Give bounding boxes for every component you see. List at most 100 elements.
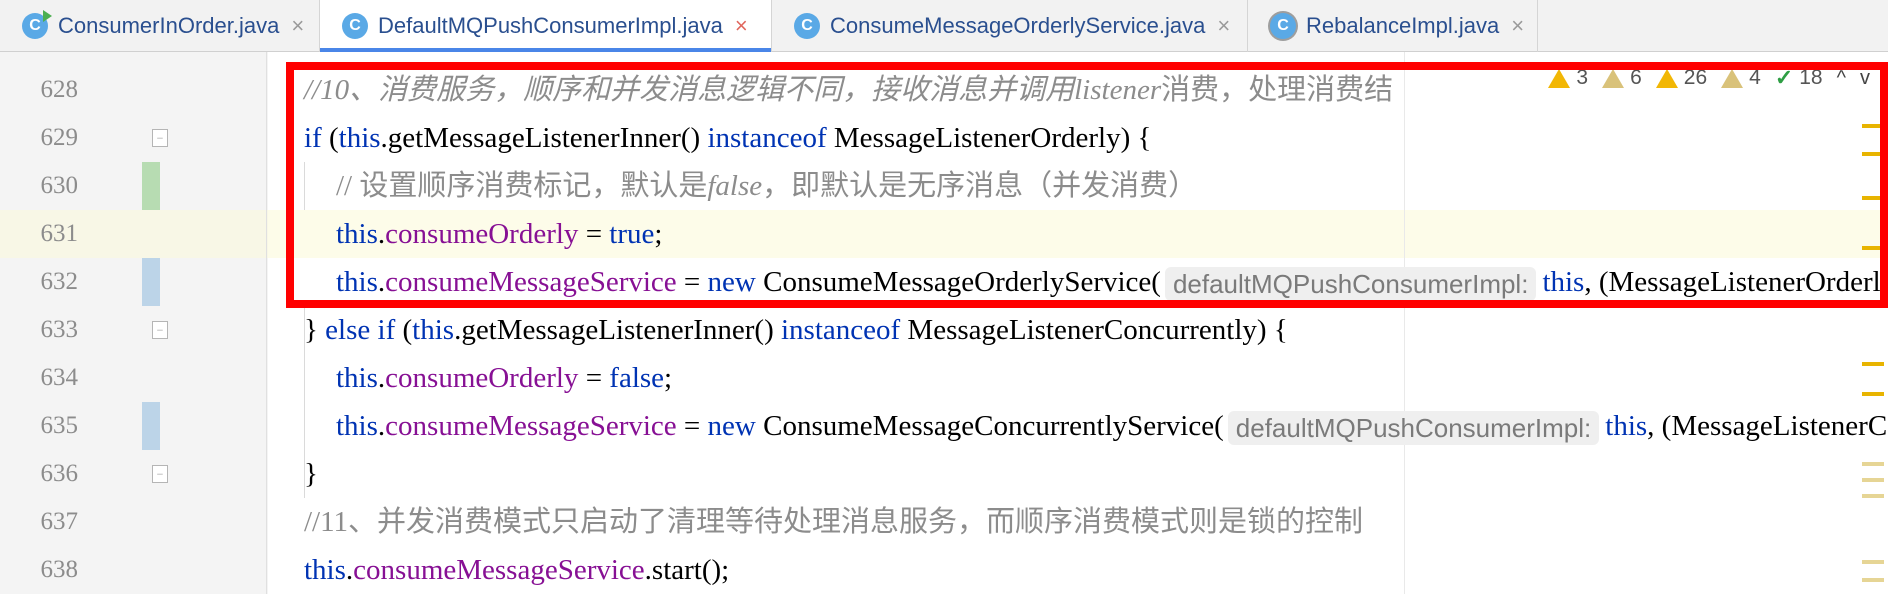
keyword-this: this <box>412 314 455 346</box>
keyword-this: this <box>338 122 381 154</box>
comment-italic: listener <box>1074 74 1162 106</box>
code-line-634[interactable]: this.consumeOrderly = false; <box>336 354 672 402</box>
code-line-637[interactable]: //11、并发消费模式只启动了清理等待处理消息服务，而顺序消费模式则是锁的控制 <box>304 498 1363 546</box>
comment-text: //11、并发消费模式只启动了清理等待处理消息服务，而顺序消费模式则是锁的控制 <box>304 506 1364 538</box>
code-text: = <box>676 410 708 442</box>
code-text: = <box>676 266 708 298</box>
close-icon[interactable]: × <box>291 13 304 39</box>
tab-consume-message-orderly-service[interactable]: C ConsumeMessageOrderlyService.java × <box>772 0 1248 52</box>
field-name: consumeOrderly <box>385 362 579 394</box>
code-text: MessageListenerConcurrently) { <box>900 314 1288 346</box>
tab-label: DefaultMQPushConsumerImpl.java <box>378 13 723 38</box>
code-text: = <box>578 218 610 250</box>
code-line-630[interactable]: // 设置顺序消费标记，默认是false，即默认是无序消息（并发消费） <box>336 162 1197 210</box>
code-text: ConsumeMessageConcurrentlyService( <box>755 410 1224 442</box>
line-number: 631 <box>40 220 79 247</box>
close-icon[interactable]: × <box>1217 13 1230 39</box>
warnings-count[interactable]: 26 <box>1655 66 1708 90</box>
weak-warnings-count[interactable]: 4 <box>1721 66 1761 90</box>
error-stripe-mark[interactable] <box>1862 246 1884 250</box>
code-line-631[interactable]: this.consumeOrderly = true; <box>336 210 662 258</box>
code-line-633[interactable]: } else if (this.getMessageListenerInner(… <box>304 306 1288 354</box>
close-icon[interactable]: × <box>735 13 748 39</box>
vcs-modified-marker[interactable] <box>142 402 160 450</box>
keyword-this: this <box>336 362 378 394</box>
fold-collapse-icon[interactable]: − <box>152 321 168 339</box>
comment-text: ，即默认是无序消息（并发消费） <box>762 170 1198 202</box>
code-text: MessageListenerOrderly) { <box>826 122 1152 154</box>
code-text: ( <box>395 314 413 346</box>
code-text: ( <box>321 122 339 154</box>
tab-default-mq-push-consumer-impl[interactable]: C DefaultMQPushConsumerImpl.java × <box>320 0 772 52</box>
next-highlight-icon[interactable]: v <box>1860 67 1870 90</box>
error-stripe-mark[interactable] <box>1862 462 1884 466</box>
code-line-632[interactable]: this.consumeMessageService = new Consume… <box>336 258 1888 306</box>
comment-text: 消费，处理消费结 <box>1161 74 1394 106</box>
error-stripe-mark[interactable] <box>1862 560 1884 564</box>
close-icon[interactable]: × <box>1511 13 1524 39</box>
code-text: , (MessageListenerConcurrently) <box>1647 410 1888 442</box>
keyword-new: new <box>707 266 756 298</box>
keyword-this: this <box>336 266 378 298</box>
error-stripe-mark[interactable] <box>1862 196 1884 200</box>
count-label: 26 <box>1683 66 1708 89</box>
inspection-widget[interactable]: 3 6 26 4 ✓ 18 ^ v <box>1532 60 1888 96</box>
typos-count[interactable]: ✓ 18 <box>1775 65 1823 91</box>
error-stripe-mark[interactable] <box>1862 478 1884 482</box>
parameter-hint: defaultMQPushConsumerImpl: <box>1164 267 1537 302</box>
fold-collapse-icon[interactable]: − <box>152 129 168 147</box>
warnings-count[interactable]: 3 <box>1548 66 1588 90</box>
line-number: 635 <box>40 412 79 439</box>
field-name: consumeMessageService <box>385 410 677 442</box>
indent-guide <box>304 162 305 210</box>
code-line-638[interactable]: this.consumeMessageService.start(); <box>304 546 729 594</box>
error-stripe-mark[interactable] <box>1862 494 1884 498</box>
code-line-635[interactable]: this.consumeMessageService = new Consume… <box>336 402 1888 450</box>
comment: //10、消费服务，顺序和并发消息逻辑不同，接收消息并调用 <box>304 74 1074 106</box>
vcs-modified-marker[interactable] <box>142 258 160 306</box>
error-stripe-mark[interactable] <box>1862 124 1884 128</box>
code-editor[interactable]: //10、消费服务，顺序和并发消息逻辑不同，接收消息并调用listener消费，… <box>268 52 1888 594</box>
code-text: } <box>304 458 318 490</box>
keyword-this: this <box>336 218 378 250</box>
java-class-readonly-icon: C <box>1270 13 1296 39</box>
code-text: } <box>304 314 326 346</box>
keyword-if: if <box>304 122 322 154</box>
vcs-added-marker[interactable] <box>142 162 160 210</box>
keyword-this: this <box>304 554 346 586</box>
weak-warning-icon <box>1602 68 1625 88</box>
keyword-this: this <box>336 410 378 442</box>
error-stripe-mark[interactable] <box>1862 362 1884 366</box>
line-number: 630 <box>40 172 79 199</box>
code-text: ; <box>654 218 663 250</box>
code-line-628[interactable]: //10、消费服务，顺序和并发消息逻辑不同，接收消息并调用listener消费，… <box>304 66 1393 114</box>
line-number: 632 <box>40 268 79 295</box>
code-text: .getMessageListenerInner() <box>380 122 708 154</box>
error-stripe-mark[interactable] <box>1862 392 1884 396</box>
keyword-false: false <box>609 362 665 394</box>
code-line-636[interactable]: } <box>304 450 318 498</box>
count-label: 18 <box>1799 66 1823 89</box>
weak-warnings-count[interactable]: 6 <box>1602 66 1642 90</box>
field-name: consumeMessageService <box>385 266 677 298</box>
error-stripe-mark[interactable] <box>1862 578 1884 582</box>
tab-label: RebalanceImpl.java <box>1306 13 1500 38</box>
line-number: 637 <box>40 508 79 535</box>
code-text: ConsumeMessageOrderlyService( <box>755 266 1161 298</box>
typo-check-icon: ✓ <box>1774 65 1794 90</box>
field-name: consumeOrderly <box>385 218 579 250</box>
tab-label: ConsumerInOrder.java <box>58 13 280 38</box>
previous-highlight-icon[interactable]: ^ <box>1837 67 1846 90</box>
gutter-separator <box>266 52 267 594</box>
line-number: 629 <box>40 124 79 151</box>
code-line-629[interactable]: if (this.getMessageListenerInner() insta… <box>304 114 1151 162</box>
tab-consumer-in-order[interactable]: C ConsumerInOrder.java × <box>0 0 320 52</box>
parameter-hint: defaultMQPushConsumerImpl: <box>1227 411 1600 446</box>
editor-tab-bar: C ConsumerInOrder.java × C DefaultMQPush… <box>0 0 1888 52</box>
comment-text: //10、消费服务，顺序和并发消息逻辑不同，接收消息并调用 <box>304 74 1075 106</box>
fold-end-icon[interactable]: − <box>152 465 168 483</box>
error-stripe-mark[interactable] <box>1862 152 1884 156</box>
tab-rebalance-impl[interactable]: C RebalanceImpl.java × <box>1248 0 1538 52</box>
comment-text: // 设置顺序消费标记，默认是 <box>336 170 708 202</box>
